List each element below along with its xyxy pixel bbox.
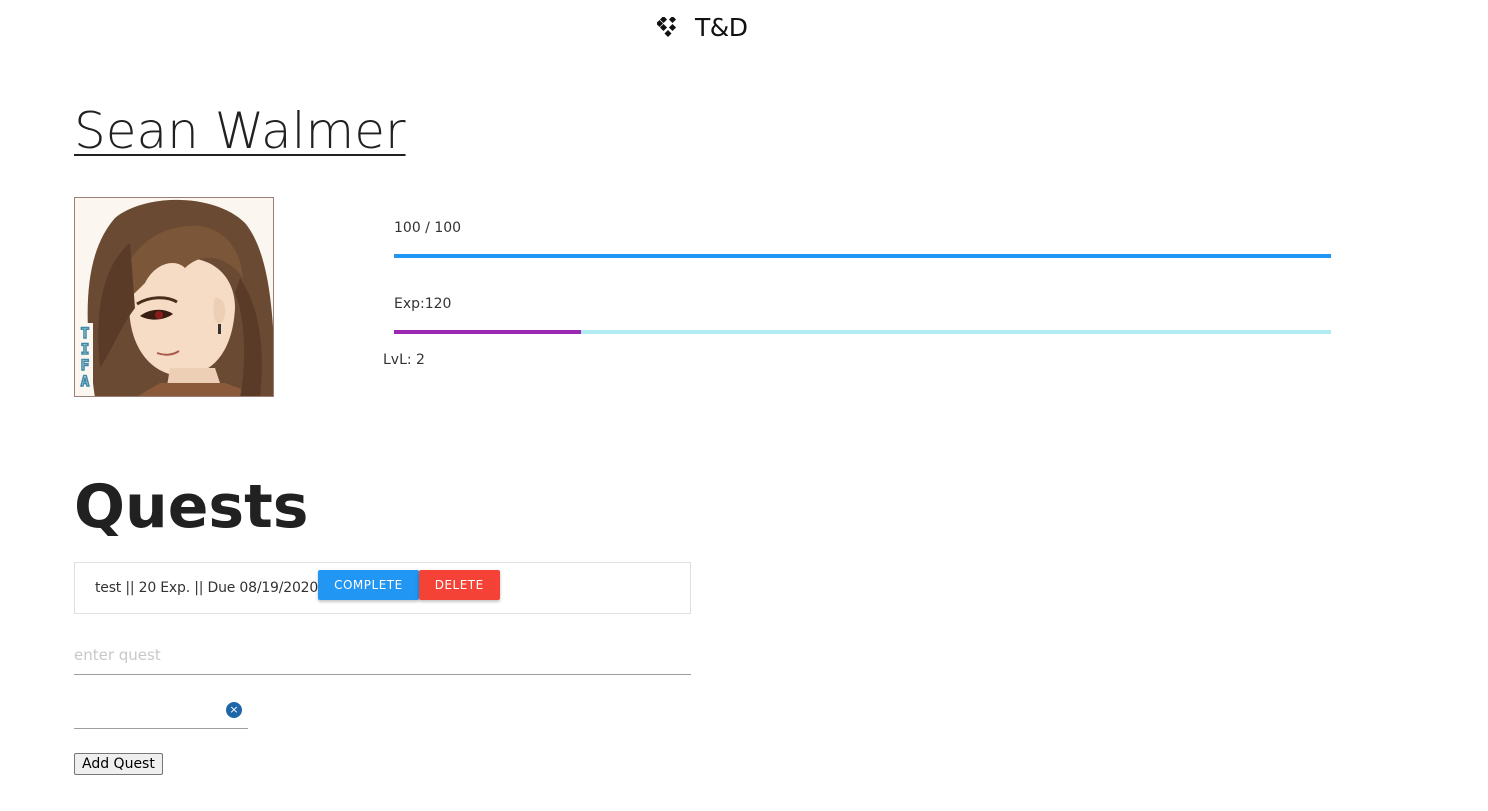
gamepad-icon [657, 16, 679, 39]
list-item: test || 20 Exp. || Due 08/19/2020 COMPLE… [75, 563, 690, 613]
exp-label: Exp:120 [394, 296, 452, 312]
quest-list: test || 20 Exp. || Due 08/19/2020 COMPLE… [74, 562, 691, 614]
exp-bar [394, 330, 1331, 334]
quests-heading: Quests [74, 472, 309, 542]
app-title: T&D [695, 13, 748, 42]
svg-text:A: A [81, 374, 90, 390]
level-label: LvL: 2 [383, 352, 425, 368]
user-name: Sean Walmer [74, 102, 406, 160]
app-brand[interactable]: T&D [657, 13, 748, 42]
clear-icon[interactable]: × [226, 702, 242, 718]
due-date-field[interactable]: × [74, 690, 248, 729]
hp-label: 100 / 100 [394, 220, 462, 236]
complete-button[interactable]: COMPLETE [318, 570, 419, 600]
hp-bar-fill [394, 254, 1331, 258]
add-quest-button[interactable]: Add Quest [74, 753, 163, 775]
exp-bar-fill [394, 330, 582, 334]
svg-text:F: F [81, 358, 89, 374]
quest-text: test || 20 Exp. || Due 08/19/2020 [95, 580, 319, 596]
delete-button[interactable]: DELETE [418, 570, 500, 600]
svg-text:T: T [81, 326, 89, 342]
quest-input[interactable] [74, 636, 691, 675]
hp-bar [394, 254, 1331, 258]
character-avatar: T I F A [74, 197, 274, 397]
svg-text:I: I [81, 342, 89, 358]
